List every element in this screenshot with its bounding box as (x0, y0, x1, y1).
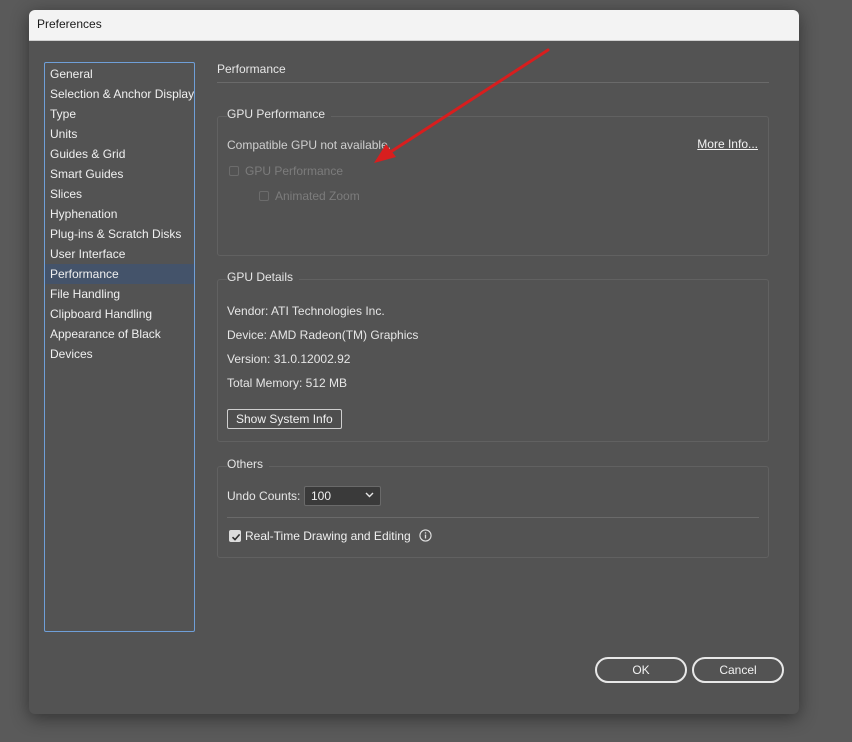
animated-zoom-checkbox[interactable] (259, 191, 269, 201)
preferences-content: Performance GPU Performance Compatible G… (217, 62, 769, 558)
sidebar-item-type[interactable]: Type (45, 104, 194, 124)
sidebar-item-clipboard-handling[interactable]: Clipboard Handling (45, 304, 194, 324)
gpu-details-group: GPU Details Vendor: ATI Technologies Inc… (217, 270, 769, 442)
others-divider (227, 517, 759, 518)
sidebar-item-performance[interactable]: Performance (45, 264, 194, 284)
sidebar-item-general[interactable]: General (45, 64, 194, 84)
window-title: Preferences (29, 10, 799, 41)
animated-zoom-label: Animated Zoom (275, 189, 360, 203)
more-info-link[interactable]: More Info... (697, 137, 758, 151)
gpu-vendor-text: Vendor: ATI Technologies Inc. (227, 304, 385, 318)
undo-counts-value: 100 (311, 489, 332, 503)
cancel-button[interactable]: Cancel (692, 657, 784, 683)
page-title: Performance (217, 62, 769, 83)
sidebar-item-file-handling[interactable]: File Handling (45, 284, 194, 304)
gpu-details-title: GPU Details (227, 270, 300, 284)
gpu-device-text: Device: AMD Radeon(TM) Graphics (227, 328, 419, 342)
category-list[interactable]: General Selection & Anchor Display Type … (44, 62, 195, 632)
sidebar-item-slices[interactable]: Slices (45, 184, 194, 204)
realtime-drawing-checkbox[interactable] (229, 530, 241, 542)
sidebar-item-devices[interactable]: Devices (45, 344, 194, 364)
sidebar-item-user-interface[interactable]: User Interface (45, 244, 194, 264)
gpu-memory-text: Total Memory: 512 MB (227, 376, 348, 390)
check-icon (231, 533, 241, 541)
others-title: Others (227, 457, 270, 471)
preferences-dialog: Preferences General Selection & Anchor D… (29, 10, 799, 714)
sidebar-item-selection-anchor-display[interactable]: Selection & Anchor Display (45, 84, 194, 104)
sidebar-item-plugins-scratch-disks[interactable]: Plug-ins & Scratch Disks (45, 224, 194, 244)
gpu-performance-checkbox[interactable] (229, 166, 239, 176)
sidebar-item-appearance-of-black[interactable]: Appearance of Black (45, 324, 194, 344)
gpu-performance-title: GPU Performance (227, 107, 332, 121)
sidebar-item-smart-guides[interactable]: Smart Guides (45, 164, 194, 184)
info-icon[interactable] (419, 529, 432, 542)
sidebar-item-guides-grid[interactable]: Guides & Grid (45, 144, 194, 164)
others-group: Others Undo Counts: 100 Real-Time Drawin… (217, 457, 769, 558)
realtime-drawing-label: Real-Time Drawing and Editing (245, 529, 411, 543)
undo-counts-label: Undo Counts: (227, 489, 301, 503)
chevron-down-icon (365, 492, 374, 498)
gpu-version-text: Version: 31.0.12002.92 (227, 352, 351, 366)
sidebar-item-hyphenation[interactable]: Hyphenation (45, 204, 194, 224)
gpu-performance-label: GPU Performance (245, 164, 344, 178)
show-system-info-button[interactable]: Show System Info (227, 409, 342, 429)
ok-button[interactable]: OK (595, 657, 687, 683)
gpu-performance-group: GPU Performance Compatible GPU not avail… (217, 107, 769, 256)
undo-counts-select[interactable]: 100 (304, 486, 381, 506)
gpu-status-text: Compatible GPU not available. (227, 138, 392, 152)
sidebar-item-units[interactable]: Units (45, 124, 194, 144)
